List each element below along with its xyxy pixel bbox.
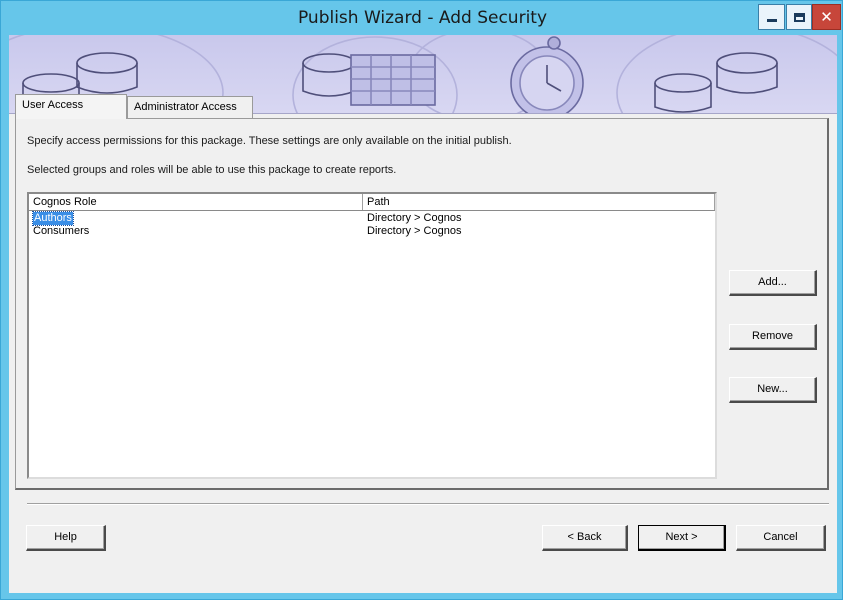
help-button[interactable]: Help	[26, 525, 106, 551]
list-header: Cognos Role Path	[29, 194, 715, 211]
back-button[interactable]: < Back	[542, 525, 628, 551]
list-item[interactable]: Consumers Directory > Cognos	[29, 225, 715, 238]
maximize-button[interactable]	[786, 4, 812, 30]
groups-description: Selected groups and roles will be able t…	[27, 164, 397, 176]
list-item[interactable]: Authors Directory > Cognos	[29, 211, 715, 226]
minimize-icon	[766, 18, 777, 22]
next-button[interactable]: Next >	[638, 525, 726, 551]
remove-button[interactable]: Remove	[729, 324, 817, 350]
role-name: Authors	[32, 211, 74, 226]
role-path: Directory > Cognos	[367, 212, 462, 224]
minimize-button[interactable]	[758, 4, 785, 30]
role-name: Consumers	[33, 225, 90, 237]
title-bar[interactable]: Publish Wizard - Add Security ✕	[1, 1, 843, 35]
column-header-path[interactable]: Path	[363, 194, 715, 210]
cancel-button[interactable]: Cancel	[736, 525, 826, 551]
footer-divider	[27, 503, 829, 505]
role-path: Directory > Cognos	[367, 225, 462, 237]
close-icon: ✕	[820, 8, 833, 26]
close-button[interactable]: ✕	[812, 4, 841, 30]
publish-wizard-window: Publish Wizard - Add Security ✕ User Acc…	[0, 0, 843, 600]
add-button[interactable]: Add...	[729, 270, 817, 296]
window-title: Publish Wizard - Add Security	[297, 8, 548, 28]
tab-administrator-access[interactable]: Administrator Access	[127, 96, 253, 119]
roles-list[interactable]: Cognos Role Path Authors Directory > Cog…	[27, 192, 717, 479]
maximize-icon	[793, 12, 805, 22]
tab-user-access[interactable]: User Access	[15, 94, 127, 119]
column-header-cognos-role[interactable]: Cognos Role	[29, 194, 363, 210]
permissions-description: Specify access permissions for this pack…	[27, 135, 512, 147]
new-button[interactable]: New...	[729, 377, 817, 403]
